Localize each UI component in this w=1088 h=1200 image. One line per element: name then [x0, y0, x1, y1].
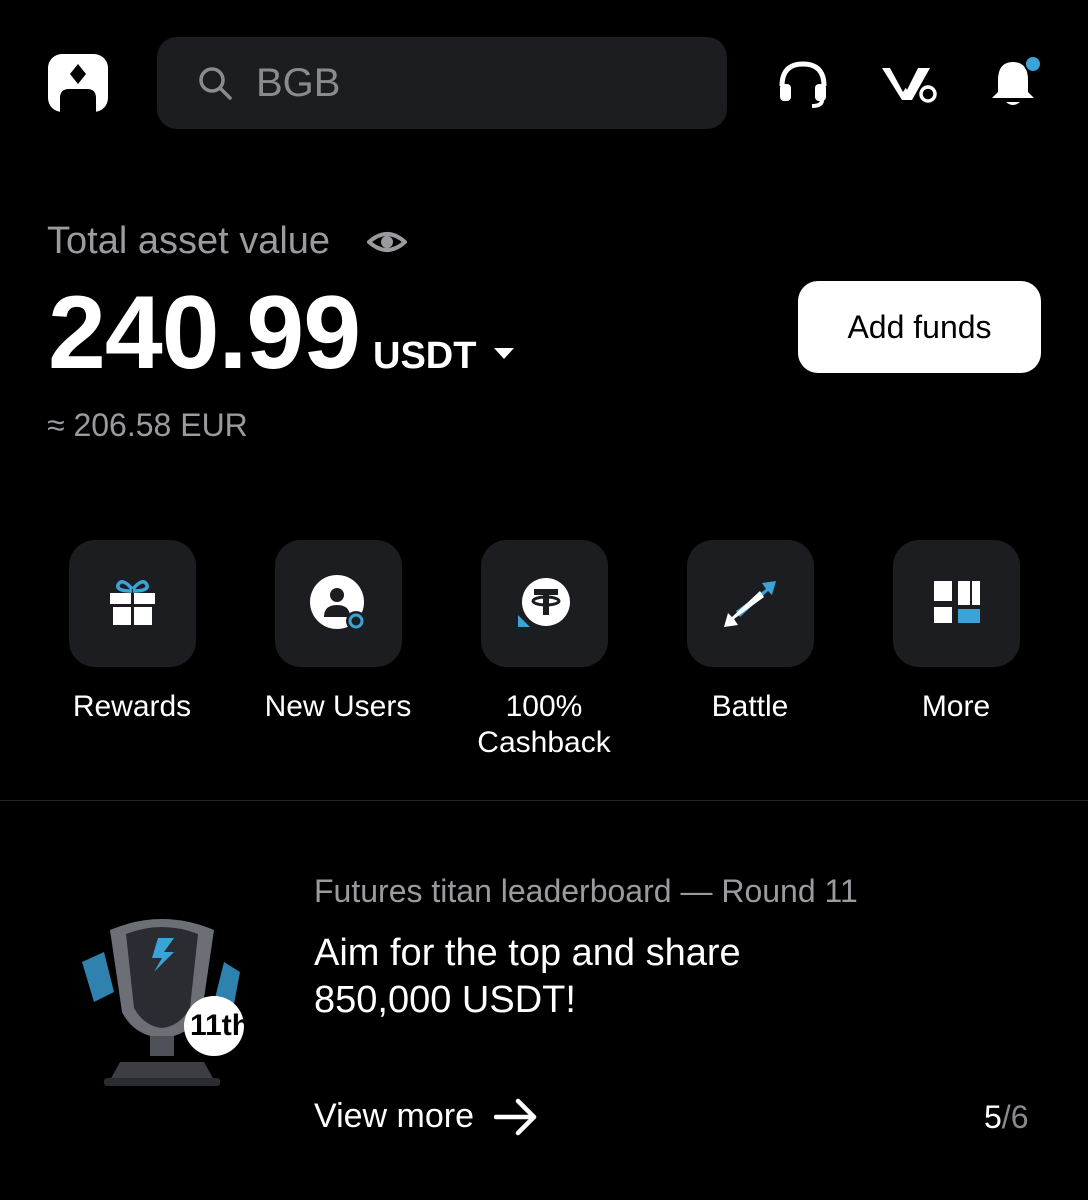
pager-current: 5 — [984, 1099, 1002, 1135]
total-asset-amount: 240.99 — [48, 275, 361, 391]
grid-icon — [933, 581, 980, 623]
carousel-pager: 5/6 — [984, 1097, 1028, 1137]
arrow-right-icon[interactable] — [493, 1097, 538, 1137]
shortcut-label: 100% Cashback — [477, 690, 611, 759]
shortcut-battle[interactable]: Battle — [647, 540, 853, 725]
search-bar[interactable]: BGB — [157, 37, 727, 129]
bell-icon[interactable] — [986, 55, 1042, 110]
eye-icon[interactable] — [365, 222, 409, 262]
notification-dot — [1024, 55, 1042, 73]
search-icon — [199, 67, 232, 100]
currency-selector[interactable]: USDT — [373, 334, 476, 378]
round-badge: 11th — [190, 1009, 251, 1042]
section-divider — [0, 800, 1088, 801]
shortcut-more[interactable]: More — [853, 540, 1059, 725]
battle-arrows-icon — [723, 581, 776, 627]
vip-icon[interactable] — [880, 56, 937, 110]
trophy-icon[interactable]: 11th — [74, 912, 250, 1092]
tether-icon — [517, 578, 570, 627]
shortcut-label: Rewards — [72, 690, 192, 723]
headset-icon[interactable] — [776, 56, 830, 110]
new-user-icon — [309, 575, 366, 631]
shortcut-rewards[interactable]: Rewards — [29, 540, 235, 725]
shortcut-label: New Users — [264, 690, 412, 723]
total-asset-label: Total asset value — [47, 220, 331, 262]
promo-title: Aim for the top and share 850,000 USDT! — [314, 932, 741, 1021]
add-funds-button[interactable]: Add funds — [798, 281, 1041, 373]
gift-icon — [109, 580, 155, 625]
shortcut-new-users[interactable]: New Users — [235, 540, 441, 725]
avatar-icon[interactable] — [48, 54, 108, 112]
search-placeholder: BGB — [256, 61, 341, 105]
view-more-link[interactable]: View more — [314, 1094, 474, 1138]
shortcut-label: More — [921, 690, 991, 723]
shortcut-label: Battle — [711, 690, 789, 723]
pager-total: 6 — [1010, 1099, 1029, 1135]
promo-subtitle: Futures titan leaderboard — Round 11 — [314, 873, 858, 909]
shortcut-cashback[interactable]: 100% Cashback — [441, 540, 647, 761]
pager-separator: / — [1001, 1099, 1011, 1135]
fiat-equivalent: ≈ 206.58 EUR — [47, 407, 248, 443]
chevron-down-icon[interactable] — [494, 345, 514, 361]
